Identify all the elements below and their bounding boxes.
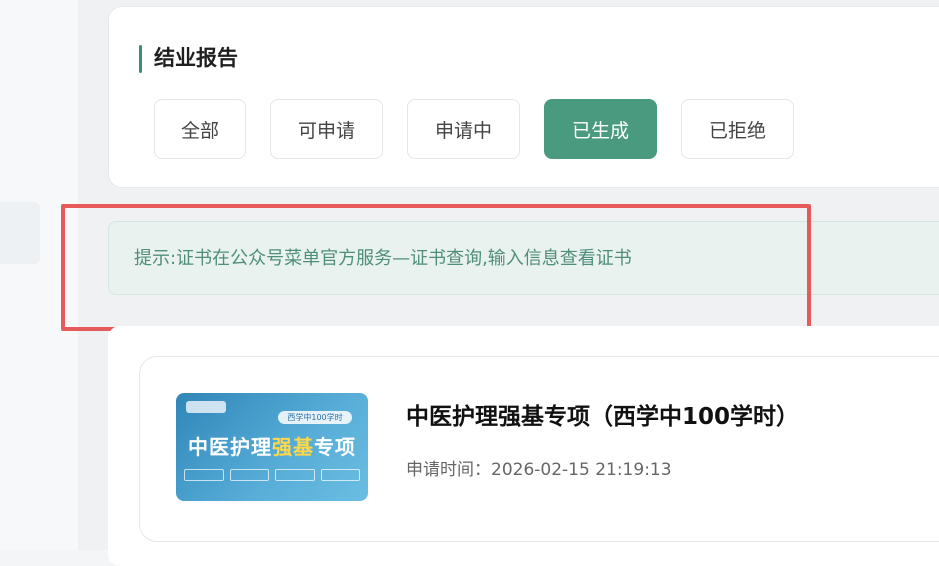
- highlight-annotation-box: [61, 204, 811, 331]
- thumbnail-tag: [275, 469, 315, 481]
- apply-time: 申请时间：2026-02-15 21:19:13: [406, 455, 672, 480]
- report-filter-card: 结业报告 全部 可申请 申请中 已生成 已拒绝: [108, 6, 939, 188]
- thumbnail-tag: [184, 469, 224, 481]
- thumbnail-title: 中医护理强基专项: [188, 435, 356, 459]
- certificate-thumbnail[interactable]: 西学中100学时 中医护理强基专项: [176, 393, 368, 501]
- thumbnail-tag: [320, 469, 360, 481]
- logo-icon: [186, 401, 226, 413]
- section-title: 结业报告: [154, 46, 238, 70]
- apply-time-value: 2026-02-15 21:19:13: [491, 460, 672, 480]
- tab-applying[interactable]: 申请中: [407, 99, 520, 159]
- left-panel-selected-item[interactable]: [0, 202, 40, 264]
- certificate-card[interactable]: 西学中100学时 中医护理强基专项 中医护理强基专项（西学中100学时） 申请时…: [139, 356, 939, 542]
- certificate-title[interactable]: 中医护理强基专项（西学中100学时）: [406, 397, 799, 431]
- tab-generated[interactable]: 已生成: [544, 99, 657, 159]
- tab-all[interactable]: 全部: [154, 99, 246, 159]
- thumbnail-tag: [229, 469, 269, 481]
- tab-applicable[interactable]: 可申请: [270, 99, 383, 159]
- thumbnail-tags: [184, 469, 360, 481]
- apply-time-label: 申请时间：: [406, 460, 491, 480]
- thumbnail-badge: 西学中100学时: [278, 411, 352, 424]
- section-accent-bar: [139, 45, 142, 73]
- tab-rejected[interactable]: 已拒绝: [681, 99, 794, 159]
